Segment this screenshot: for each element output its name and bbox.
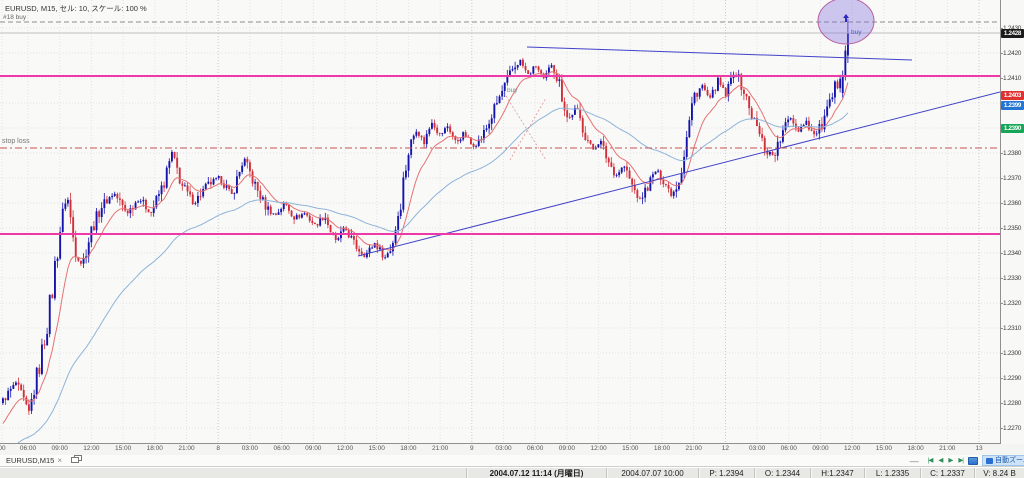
time-axis-day-label: 9 [470,445,474,452]
time-axis-label: 03:00 [242,445,258,452]
auto-zoom-label: 自動ズーム [995,455,1024,466]
auto-zoom-icon [986,458,993,464]
price-tag-1.2399: 1.2399 [1001,101,1024,110]
time-axis-label: 21:00 [939,445,955,452]
price-axis-label: 1.2410 [1003,75,1021,82]
lower-trendline[interactable] [358,92,1000,256]
price-axis-label: 1.2340 [1003,250,1021,257]
price-axis-label: 1.2310 [1003,325,1021,332]
time-axis[interactable]: 00 06:00 09:00 12:00 15:00 18:00 21:00 8 03:00 06… [0,444,1024,455]
time-axis-label: 18:00 [654,445,670,452]
time-axis-label: 12:00 [83,445,99,452]
time-axis-label: 21:00 [686,445,702,452]
price-axis-label: 1.2330 [1003,275,1021,282]
status-cell-3: O: 1.2344 [754,468,810,478]
time-axis-label: 09:00 [812,445,828,452]
price-tag-1.2403: 1.2403 [1001,91,1024,100]
time-axis-label: 03:00 [495,445,511,452]
time-axis-label: 09:00 [52,445,68,452]
chart-title: EURUSD, M15, セル: 10, スケール: 100 % [5,3,147,14]
status-cell-1: 2004.07.07 10:00 [606,468,698,478]
price-axis-label: 1.2420 [1003,50,1021,57]
time-axis-label: 06:00 [273,445,289,452]
status-cell-7: V: 8.24 B [974,468,1024,478]
price-axis-label: 1.2380 [1003,150,1021,157]
time-axis-label: 21:00 [432,445,448,452]
time-axis-label: 12:00 [590,445,606,452]
status-cell-4: H:1.2347 [810,468,864,478]
price-tag-1.2428: 1.2428 [1001,29,1024,38]
step-forward-button[interactable]: ▶ [947,455,953,466]
auto-zoom-toggle[interactable]: 自動ズーム [982,455,1024,466]
step-back-button[interactable]: ◀ [937,455,943,466]
ma-slow-line[interactable] [3,108,848,443]
time-axis-label: 21:00 [178,445,194,452]
time-axis-label: 06:00 [781,445,797,452]
price-axis-label: 1.2320 [1003,300,1021,307]
chart-nav-toolbar: — |◀ ◀ ▶ ▶| 自動ズーム [906,455,1024,467]
collapse-button[interactable]: — [906,456,923,466]
tab-label: EURUSD,M15 [6,456,54,465]
time-axis-label: 06:00 [20,445,36,452]
time-axis-label: 09:00 [305,445,321,452]
status-cell-5: L: 1.2335 [864,468,920,478]
upper-trendline[interactable] [527,47,912,60]
status-cell-6: C: 1.2337 [920,468,974,478]
go-first-button[interactable]: |◀ [927,455,934,466]
time-axis-label: 12:00 [844,445,860,452]
ma-fast-line[interactable] [3,72,848,424]
time-axis-label: 15:00 [622,445,638,452]
time-axis-day-label: 13 [975,445,982,452]
price-chart-svg[interactable]: buy buy [0,0,1000,443]
time-axis-label: 15:00 [876,445,892,452]
status-bar: 2004.07.12 11:14 (月曜日)2004.07.07 10:00P:… [0,467,1024,478]
price-axis-label: 1.2280 [1003,400,1021,407]
time-axis-label: 15:00 [369,445,385,452]
price-tag-1.2390: 1.2390 [1001,124,1024,133]
status-cell-0: 2004.07.12 11:14 (月曜日) [466,468,606,478]
trading-terminal-window: buybuy EURUSD, M15, セル: 10, スケール: 100 % … [0,0,1024,478]
new-window-icon[interactable] [71,455,83,466]
tab-close-icon[interactable]: × [57,457,62,465]
time-axis-day-label: 12 [722,445,729,452]
trade-position-label: #18 buy [3,14,26,21]
chart-tab-bar: EURUSD,M15 × — |◀ ◀ ▶ ▶| 自動ズーム [0,455,1024,467]
price-axis-label: 1.2350 [1003,225,1021,232]
price-axis-label: 1.2270 [1003,425,1021,432]
price-axis-label: 1.2360 [1003,200,1021,207]
candles [2,19,849,415]
chart-mode-icon[interactable] [968,457,978,465]
time-axis-label: 09:00 [559,445,575,452]
time-axis-label: 18:00 [400,445,416,452]
time-axis-label: 03:00 [749,445,765,452]
price-axis-label: 1.2300 [1003,350,1021,357]
time-axis-label: 06:00 [527,445,543,452]
price-axis[interactable]: 1.24301.24201.24101.23801.23701.23601.23… [1001,0,1024,444]
trade-marker-label: buy [507,87,518,94]
status-cell-2: P: 1.2394 [698,468,754,478]
time-axis-label: 18:00 [907,445,923,452]
time-axis-label: 18:00 [147,445,163,452]
trade-marker-label: buy [851,29,862,36]
time-axis-label: 00 [0,445,6,452]
tab-eurusd-m15[interactable]: EURUSD,M15 × [0,455,89,467]
time-axis-day-label: 8 [216,445,220,452]
price-axis-label: 1.2370 [1003,175,1021,182]
stop-loss-label: stop loss [2,138,30,145]
go-last-button[interactable]: ▶| [957,455,964,466]
time-axis-label: 15:00 [115,445,131,452]
time-axis-label: 12:00 [337,445,353,452]
chart-plot-area[interactable]: buybuy EURUSD, M15, セル: 10, スケール: 100 % … [0,0,1001,444]
price-axis-label: 1.2290 [1003,375,1021,382]
